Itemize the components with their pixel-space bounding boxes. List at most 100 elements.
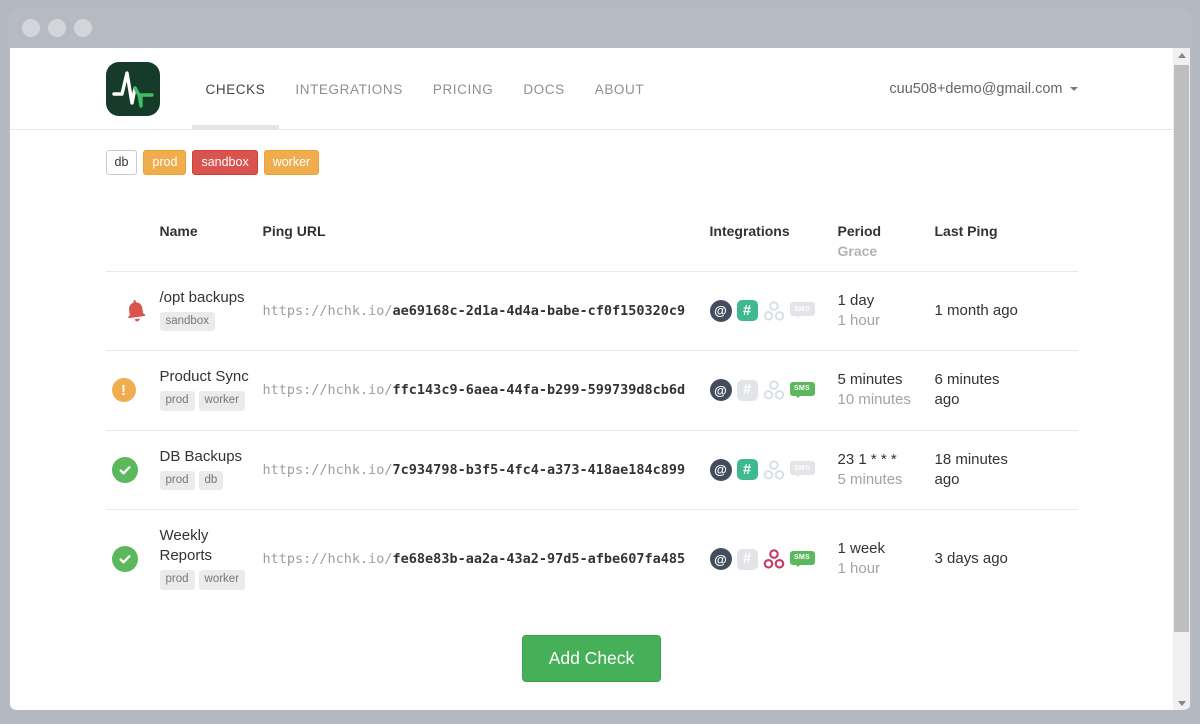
last-ping-cell: 1 month ago — [935, 301, 1078, 321]
slack-integration-icon: # — [737, 549, 758, 570]
site-header: CHECKSINTEGRATIONSPRICINGDOCSABOUT cuu50… — [10, 48, 1173, 130]
period-cell: 1 day1 hour — [838, 291, 935, 331]
window-minimize-button[interactable] — [48, 19, 66, 37]
last-ping-value: 3 days ago — [935, 549, 1021, 569]
table-row: ! Product Sync prodworker https://hchk.io/f… — [106, 350, 1078, 430]
filter-tag-sandbox[interactable]: sandbox — [192, 150, 257, 175]
ping-url-column-header: Ping URL — [263, 221, 710, 241]
webhook-integration-icon — [763, 379, 785, 401]
grace-column-header: Grace — [838, 241, 935, 261]
status-cell: ! — [106, 378, 160, 402]
tag-filter-bar: dbprodsandbox worker — [106, 150, 1078, 175]
name-cell: DB Backups proddb — [160, 447, 263, 494]
window-close-button[interactable] — [22, 19, 40, 37]
last-ping-value: 6 minutes ago — [935, 370, 1021, 410]
tag-pill: sandbox — [160, 312, 215, 332]
filter-tag-prod[interactable]: prod — [143, 150, 186, 175]
period-value: 1 day — [838, 291, 935, 311]
window-maximize-button[interactable] — [74, 19, 92, 37]
table-row: DB Backups proddb https://hchk.io/7c934798… — [106, 430, 1078, 510]
webhook-integration-icon — [763, 300, 785, 322]
last-ping-cell: 6 minutes ago — [935, 370, 1078, 410]
integrations-cell: @#SMS — [710, 379, 838, 401]
nav-docs[interactable]: DOCS — [509, 48, 578, 130]
grace-value: 5 minutes — [838, 470, 935, 490]
browser-window: CHECKSINTEGRATIONSPRICINGDOCSABOUT cuu50… — [8, 8, 1192, 710]
table-header-row: Name Ping URL Integrations Period Grace … — [106, 175, 1078, 271]
app-logo-icon[interactable] — [106, 62, 160, 116]
nav-checks[interactable]: CHECKS — [192, 48, 280, 130]
check-icon — [112, 457, 138, 483]
email-integration-icon: @ — [710, 300, 732, 322]
ping-url-cell: https://hchk.io/ae69168c-2d1a-4d4a-babe-… — [263, 302, 710, 320]
grace-value: 10 minutes — [838, 390, 935, 410]
last-ping-column-header: Last Ping — [935, 221, 1078, 241]
webhook-integration-icon — [763, 548, 785, 570]
last-ping-cell: 3 days ago — [935, 549, 1078, 569]
check-tags: sandbox — [160, 312, 255, 335]
name-cell: Product Sync prodworker — [160, 367, 263, 414]
tag-pill: prod — [160, 471, 195, 491]
check-icon — [112, 546, 138, 572]
check-name[interactable]: Weekly Reports — [160, 526, 255, 566]
status-cell — [106, 298, 160, 324]
period-value: 5 minutes — [838, 370, 935, 390]
ping-url-code: ae69168c-2d1a-4d4a-babe-cf0f150320c9 — [393, 303, 686, 319]
email-integration-icon: @ — [710, 459, 732, 481]
window-titlebar — [8, 8, 1192, 48]
nav-about[interactable]: ABOUT — [581, 48, 659, 130]
table-row: Weekly Reports prodworker https://hchk.io/… — [106, 509, 1078, 609]
scroll-down-arrow-icon[interactable] — [1173, 696, 1190, 710]
integrations-column-header: Integrations — [710, 221, 838, 241]
tag-pill: prod — [160, 570, 195, 590]
grace-value: 1 hour — [838, 559, 935, 579]
ping-url: https://hchk.io/fe68e83b-aa2a-43a2-97d5-… — [263, 551, 686, 567]
window-body: CHECKSINTEGRATIONSPRICINGDOCSABOUT cuu50… — [10, 48, 1190, 710]
nav-pricing[interactable]: PRICING — [419, 48, 507, 130]
check-tags: prodworker — [160, 570, 255, 593]
add-check-button[interactable]: Add Check — [522, 635, 662, 682]
tag-pill: worker — [199, 391, 246, 411]
period-column-header: Period Grace — [838, 221, 935, 261]
exclamation-icon: ! — [112, 378, 136, 402]
ping-url-prefix: https://hchk.io/ — [263, 462, 393, 478]
check-tags: prodworker — [160, 391, 255, 414]
integrations-cell: @#SMS — [710, 300, 838, 322]
table-row: /opt backups sandbox https://hchk.io/ae691… — [106, 271, 1078, 351]
ping-url-code: fe68e83b-aa2a-43a2-97d5-afbe607fa485 — [393, 551, 686, 567]
check-name[interactable]: DB Backups — [160, 447, 255, 467]
page-content: CHECKSINTEGRATIONSPRICINGDOCSABOUT cuu50… — [10, 48, 1173, 710]
integrations-cell: @#SMS — [710, 548, 838, 570]
name-column-header: Name — [160, 221, 263, 241]
filter-tag-worker[interactable]: worker — [264, 150, 320, 175]
account-email: cuu508+demo@gmail.com — [889, 81, 1062, 97]
ping-url-code: ffc143c9-6aea-44fa-b299-599739d8cb6d — [393, 382, 686, 398]
last-ping-value: 18 minutes ago — [935, 450, 1021, 490]
grace-value: 1 hour — [838, 311, 935, 331]
check-tags: proddb — [160, 471, 255, 494]
scrollbar-thumb[interactable] — [1174, 65, 1189, 632]
ping-url-cell: https://hchk.io/7c934798-b3f5-4fc4-a373-… — [263, 461, 710, 479]
nav-integrations[interactable]: INTEGRATIONS — [281, 48, 416, 130]
chevron-down-icon — [1070, 87, 1078, 91]
checks-table: Name Ping URL Integrations Period Grace … — [106, 175, 1078, 609]
ping-url-prefix: https://hchk.io/ — [263, 382, 393, 398]
integration-icons: @#SMS — [710, 379, 838, 401]
email-integration-icon: @ — [710, 379, 732, 401]
status-cell — [106, 457, 160, 483]
vertical-scrollbar[interactable] — [1173, 48, 1190, 710]
scroll-up-arrow-icon[interactable] — [1173, 48, 1190, 62]
integration-icons: @#SMS — [710, 459, 838, 481]
period-cell: 1 week1 hour — [838, 539, 935, 579]
name-cell: Weekly Reports prodworker — [160, 526, 263, 593]
filter-tag-db[interactable]: db — [106, 150, 138, 175]
period-value: 1 week — [838, 539, 935, 559]
check-name[interactable]: Product Sync — [160, 367, 255, 387]
ping-url: https://hchk.io/7c934798-b3f5-4fc4-a373-… — [263, 462, 686, 478]
ping-url-prefix: https://hchk.io/ — [263, 551, 393, 567]
ping-url: https://hchk.io/ffc143c9-6aea-44fa-b299-… — [263, 382, 686, 398]
slack-integration-icon: # — [737, 459, 758, 480]
sms-integration-icon: SMS — [790, 382, 815, 396]
check-name[interactable]: /opt backups — [160, 288, 255, 308]
account-menu[interactable]: cuu508+demo@gmail.com — [889, 81, 1077, 97]
